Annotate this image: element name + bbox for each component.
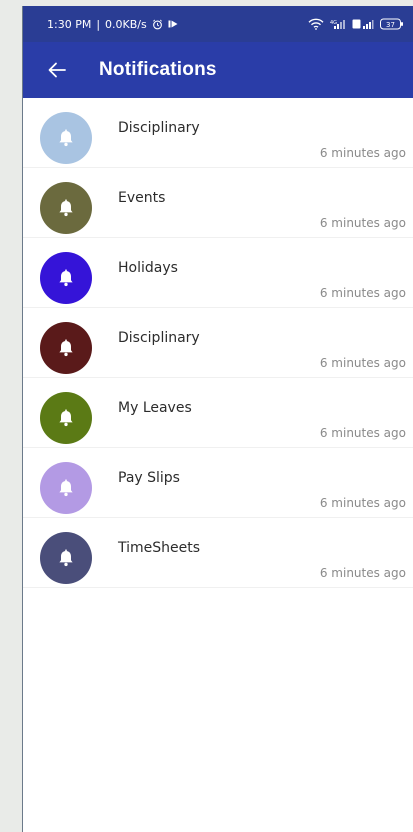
wifi-icon	[308, 18, 324, 30]
status-bar: 1:30 PM | 0.0KB/s 4G 37	[23, 6, 413, 42]
bell-icon	[56, 198, 76, 218]
status-right: 4G 37	[308, 18, 404, 30]
back-button[interactable]	[43, 56, 71, 84]
arrow-left-icon	[48, 62, 66, 78]
play-icon	[168, 19, 178, 29]
status-time: 1:30 PM	[47, 17, 92, 31]
app-bar: Notifications	[23, 42, 413, 98]
alarm-icon	[152, 19, 163, 30]
notification-avatar	[40, 182, 92, 234]
notification-item[interactable]: My Leaves 6 minutes ago	[23, 378, 413, 448]
status-speed: 0.0KB/s	[105, 17, 147, 31]
notification-item[interactable]: Disciplinary 6 minutes ago	[23, 308, 413, 378]
status-left: 1:30 PM | 0.0KB/s	[47, 18, 178, 31]
notification-item[interactable]: Events 6 minutes ago	[23, 168, 413, 238]
notification-time: 6 minutes ago	[319, 146, 406, 160]
notification-time: 6 minutes ago	[319, 216, 406, 230]
bell-icon	[56, 268, 76, 288]
notification-title: Holidays	[118, 260, 178, 276]
notification-item[interactable]: Holidays 6 minutes ago	[23, 238, 413, 308]
notification-title: Pay Slips	[118, 470, 180, 486]
notification-time: 6 minutes ago	[319, 426, 406, 440]
bell-icon	[56, 548, 76, 568]
volte-signal-icon	[352, 18, 374, 30]
bell-icon	[56, 478, 76, 498]
page-title: Notifications	[99, 59, 217, 80]
notification-avatar	[40, 322, 92, 374]
phone-screen: 1:30 PM | 0.0KB/s 4G 37 Notifications Di…	[22, 6, 413, 832]
notification-time: 6 minutes ago	[319, 566, 406, 580]
notification-avatar	[40, 462, 92, 514]
status-separator: |	[96, 17, 101, 31]
notification-title: Events	[118, 190, 166, 206]
bell-icon	[56, 128, 76, 148]
notification-time: 6 minutes ago	[319, 496, 406, 510]
notification-list: Disciplinary 6 minutes ago Events 6 minutes…	[23, 98, 413, 588]
svg-text:4G: 4G	[330, 20, 337, 26]
battery-icon: 37	[380, 18, 404, 30]
notification-avatar	[40, 112, 92, 164]
notification-item[interactable]: Disciplinary 6 minutes ago	[23, 98, 413, 168]
notification-avatar	[40, 532, 92, 584]
notification-title: My Leaves	[118, 400, 192, 416]
notification-avatar	[40, 252, 92, 304]
bell-icon	[56, 338, 76, 358]
notification-title: Disciplinary	[118, 330, 200, 346]
notification-title: TimeSheets	[118, 540, 201, 556]
bell-icon	[56, 408, 76, 428]
notification-time: 6 minutes ago	[319, 286, 406, 300]
notification-avatar	[40, 392, 92, 444]
notification-item[interactable]: Pay Slips 6 minutes ago	[23, 448, 413, 518]
svg-text:37: 37	[386, 21, 395, 29]
signal-icon: 4G	[330, 18, 346, 30]
notification-item[interactable]: TimeSheets 6 minutes ago	[23, 518, 413, 588]
notification-time: 6 minutes ago	[319, 356, 406, 370]
notification-title: Disciplinary	[118, 120, 200, 136]
